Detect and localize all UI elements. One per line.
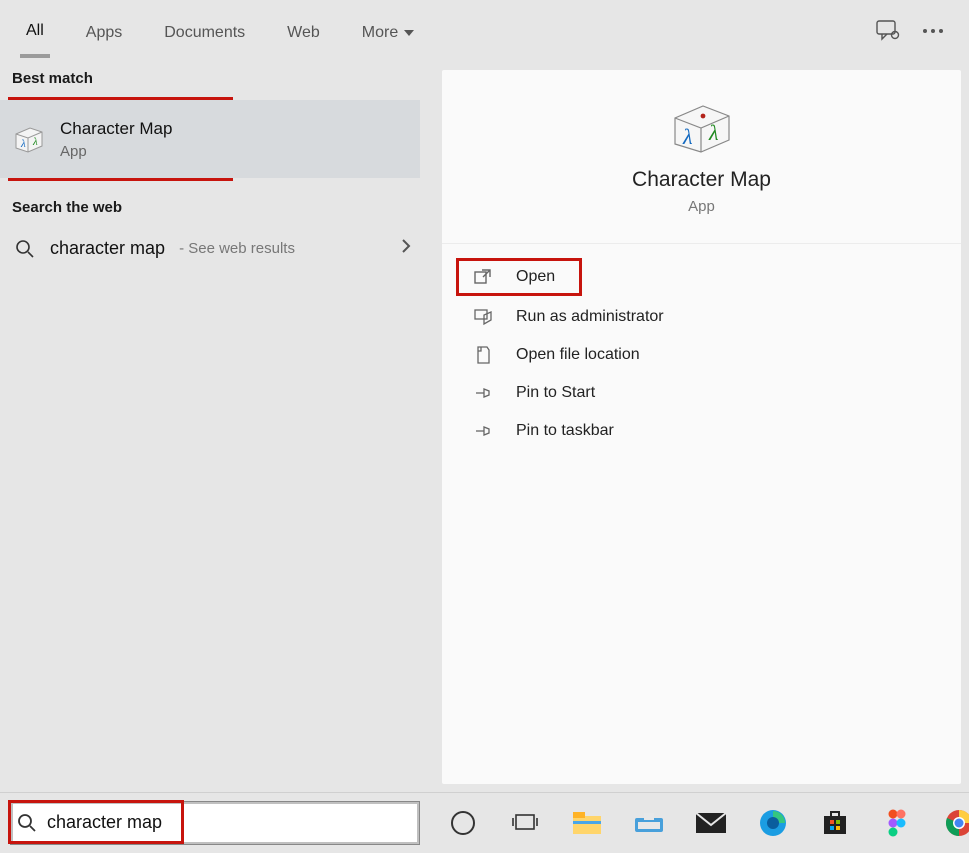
tab-web[interactable]: Web <box>281 6 326 56</box>
character-map-large-icon: λ λ <box>667 100 737 154</box>
action-run-admin-label: Run as administrator <box>516 308 664 326</box>
action-pin-start-label: Pin to Start <box>516 384 595 402</box>
cortana-icon[interactable] <box>448 808 478 838</box>
tab-more-label: More <box>362 24 398 42</box>
tab-apps[interactable]: Apps <box>80 6 128 56</box>
details-panel: λ λ Character Map App Open <box>442 70 961 784</box>
search-web-row[interactable]: character map - See web results <box>0 226 428 271</box>
svg-text:λ: λ <box>32 136 38 148</box>
onscreen-keyboard-icon[interactable] <box>634 808 664 838</box>
svg-text:λ: λ <box>682 124 693 149</box>
feedback-icon[interactable] <box>876 20 900 42</box>
taskbar <box>0 792 969 852</box>
folder-icon <box>472 346 494 364</box>
pin-icon <box>472 423 494 439</box>
panel-title: Character Map <box>632 168 771 192</box>
edge-icon[interactable] <box>758 808 788 838</box>
action-open-file-location[interactable]: Open file location <box>442 336 961 374</box>
svg-text:λ: λ <box>20 138 26 150</box>
shield-icon <box>472 308 494 326</box>
tab-more[interactable]: More <box>356 6 420 56</box>
microsoft-store-icon[interactable] <box>820 808 850 838</box>
search-icon <box>17 813 37 833</box>
pin-icon <box>472 385 494 401</box>
tab-documents[interactable]: Documents <box>158 6 251 56</box>
more-options-icon[interactable] <box>922 28 944 34</box>
search-input-container[interactable] <box>10 801 420 845</box>
action-open[interactable]: Open <box>456 258 582 296</box>
open-icon <box>472 269 494 285</box>
mail-icon[interactable] <box>696 808 726 838</box>
action-open-loc-label: Open file location <box>516 346 640 364</box>
chrome-icon[interactable] <box>944 808 969 838</box>
search-icon <box>14 239 36 259</box>
best-match-subtitle: App <box>60 143 172 160</box>
action-open-label: Open <box>516 268 555 286</box>
results-left-pane: Best match λ λ Character Map <box>0 62 428 792</box>
tab-all[interactable]: All <box>20 4 50 58</box>
character-map-icon: λ λ <box>12 122 46 156</box>
search-web-heading: Search the web <box>0 191 428 226</box>
task-view-icon[interactable] <box>510 808 540 838</box>
action-run-administrator[interactable]: Run as administrator <box>442 298 961 336</box>
search-filter-tabs: All Apps Documents Web More <box>0 0 969 62</box>
figma-icon[interactable] <box>882 808 912 838</box>
action-pin-to-start[interactable]: Pin to Start <box>442 374 961 412</box>
search-input[interactable] <box>47 812 247 833</box>
search-web-hint: - See web results <box>179 240 295 257</box>
action-pin-taskbar-label: Pin to taskbar <box>516 422 614 440</box>
best-match-title: Character Map <box>60 119 172 139</box>
chevron-right-icon <box>400 238 416 259</box>
search-web-term: character map <box>50 238 165 259</box>
action-pin-to-taskbar[interactable]: Pin to taskbar <box>442 412 961 450</box>
best-match-heading: Best match <box>0 62 428 97</box>
file-explorer-icon[interactable] <box>572 808 602 838</box>
panel-subtitle: App <box>688 198 715 215</box>
chevron-down-icon <box>404 30 414 36</box>
best-match-item[interactable]: λ λ Character Map App <box>0 100 420 178</box>
svg-text:λ: λ <box>708 120 719 145</box>
